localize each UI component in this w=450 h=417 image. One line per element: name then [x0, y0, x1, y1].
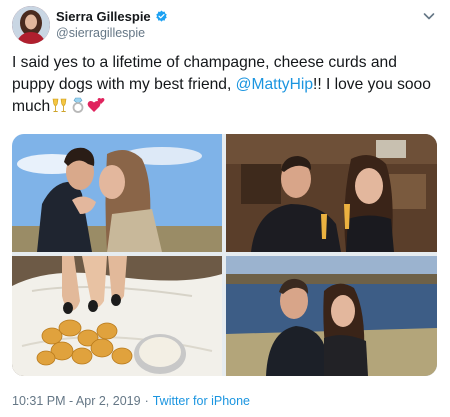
display-name[interactable]: Sierra Gillespie — [56, 9, 151, 24]
photo-couple-restaurant[interactable] — [226, 134, 437, 252]
photo-cheese-curds[interactable] — [12, 256, 222, 376]
display-name-row: Sierra Gillespie — [56, 8, 168, 24]
tweet-source-link[interactable]: Twitter for iPhone — [153, 394, 250, 408]
avatar[interactable] — [12, 6, 50, 44]
user-handle[interactable]: @sierragillespie — [56, 26, 168, 40]
tweet-text: I said yes to a lifetime of champagne, c… — [12, 52, 438, 118]
tweet-card: Sierra Gillespie @sierragillespie I said… — [0, 0, 450, 417]
tweet-header: Sierra Gillespie @sierragillespie — [12, 6, 438, 44]
verified-badge-icon — [155, 10, 168, 23]
mention-link[interactable]: @MattyHip — [236, 76, 313, 93]
photo-kiss-outdoors[interactable] — [12, 134, 222, 252]
meta-separator: · — [144, 394, 149, 408]
two-hearts-icon — [87, 97, 105, 113]
chevron-down-icon[interactable] — [422, 9, 436, 23]
photo-grid — [12, 134, 437, 376]
tweet-meta: 10:31 PM - Apr 2, 2019 · Twitter for iPh… — [12, 394, 250, 408]
photo-couple-lake[interactable] — [226, 256, 437, 376]
champagne-glasses-icon — [51, 97, 69, 113]
ring-icon — [70, 97, 86, 113]
tweet-timestamp[interactable]: 10:31 PM - Apr 2, 2019 — [12, 394, 141, 408]
user-info: Sierra Gillespie @sierragillespie — [56, 8, 168, 40]
